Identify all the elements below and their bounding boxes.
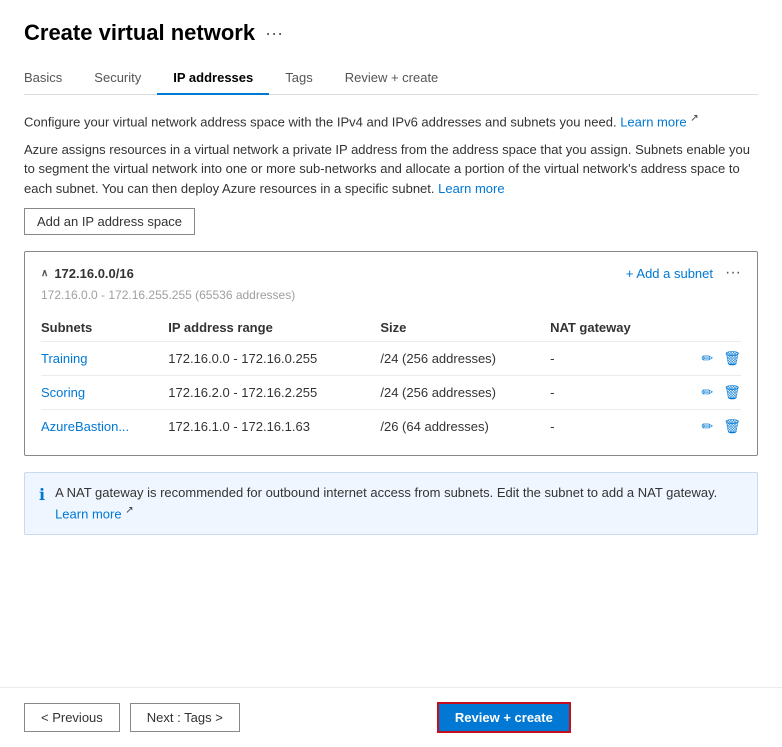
page-title: Create virtual network bbox=[24, 20, 255, 46]
col-header-subnets: Subnets bbox=[41, 314, 168, 342]
tab-basics[interactable]: Basics bbox=[24, 62, 78, 95]
subnet-name-1[interactable]: Scoring bbox=[41, 385, 85, 400]
review-create-button[interactable]: Review + create bbox=[437, 702, 571, 733]
edit-subnet-icon-2[interactable]: ✏ bbox=[701, 418, 713, 435]
nat-banner-text: A NAT gateway is recommended for outboun… bbox=[55, 485, 717, 500]
tab-tags[interactable]: Tags bbox=[269, 62, 328, 95]
col-header-nat-gateway: NAT gateway bbox=[550, 314, 677, 342]
subnet-nat-0: - bbox=[550, 342, 677, 376]
subnet-ip-range-2: 172.16.1.0 - 172.16.1.63 bbox=[168, 410, 380, 444]
table-row: Training 172.16.0.0 - 172.16.0.255 /24 (… bbox=[41, 342, 741, 376]
learn-more-link-2[interactable]: Learn more bbox=[438, 181, 504, 196]
external-icon-1: ↗ bbox=[690, 113, 698, 124]
col-header-actions bbox=[677, 314, 741, 342]
subnets-table: Subnets IP address range Size NAT gatewa… bbox=[41, 314, 741, 443]
address-range-label: 172.16.0.0 - 172.16.255.255 (65536 addre… bbox=[41, 288, 741, 302]
subnet-name-0[interactable]: Training bbox=[41, 351, 87, 366]
edit-subnet-icon-1[interactable]: ✏ bbox=[701, 384, 713, 401]
description-line2: Azure assigns resources in a virtual net… bbox=[24, 142, 750, 196]
next-tags-button[interactable]: Next : Tags > bbox=[130, 703, 240, 732]
nat-info-banner: ℹ A NAT gateway is recommended for outbo… bbox=[24, 472, 758, 534]
col-header-ip-range: IP address range bbox=[168, 314, 380, 342]
collapse-chevron-icon[interactable]: ∧ bbox=[41, 268, 48, 279]
description-line1: Configure your virtual network address s… bbox=[24, 114, 620, 129]
subnet-size-2: /26 (64 addresses) bbox=[380, 410, 550, 444]
table-row: AzureBastion... 172.16.1.0 - 172.16.1.63… bbox=[41, 410, 741, 444]
address-space-more-icon[interactable]: ··· bbox=[725, 264, 741, 282]
learn-more-link-1[interactable]: Learn more bbox=[620, 114, 686, 129]
footer: < Previous Next : Tags > Review + create bbox=[0, 687, 782, 747]
add-ip-address-space-button[interactable]: Add an IP address space bbox=[24, 208, 195, 235]
subnet-name-2[interactable]: AzureBastion... bbox=[41, 419, 129, 434]
subnet-ip-range-0: 172.16.0.0 - 172.16.0.255 bbox=[168, 342, 380, 376]
subnet-ip-range-1: 172.16.2.0 - 172.16.2.255 bbox=[168, 376, 380, 410]
address-space-cidr: 172.16.0.0/16 bbox=[54, 266, 134, 281]
delete-subnet-icon-1[interactable]: 🗑 bbox=[723, 384, 741, 401]
table-row: Scoring 172.16.2.0 - 172.16.2.255 /24 (2… bbox=[41, 376, 741, 410]
previous-button[interactable]: < Previous bbox=[24, 703, 120, 732]
edit-subnet-icon-0[interactable]: ✏ bbox=[701, 350, 713, 367]
col-header-size: Size bbox=[380, 314, 550, 342]
address-space-card: ∧ 172.16.0.0/16 + Add a subnet ··· 172.1… bbox=[24, 251, 758, 456]
tab-security[interactable]: Security bbox=[78, 62, 157, 95]
subnet-nat-1: - bbox=[550, 376, 677, 410]
nat-learn-more-link[interactable]: Learn more bbox=[55, 506, 121, 521]
tab-review-create[interactable]: Review + create bbox=[329, 62, 455, 95]
tab-bar: Basics Security IP addresses Tags Review… bbox=[24, 62, 758, 95]
tab-ip-addresses[interactable]: IP addresses bbox=[157, 62, 269, 95]
info-icon: ℹ bbox=[39, 484, 45, 508]
delete-subnet-icon-0[interactable]: 🗑 bbox=[723, 350, 741, 367]
delete-subnet-icon-2[interactable]: 🗑 bbox=[723, 418, 741, 435]
page-more-icon[interactable]: ··· bbox=[265, 23, 283, 44]
description-block: Configure your virtual network address s… bbox=[24, 111, 758, 198]
external-icon-nat: ↗ bbox=[125, 505, 133, 516]
subnet-size-0: /24 (256 addresses) bbox=[380, 342, 550, 376]
subnet-nat-2: - bbox=[550, 410, 677, 444]
add-subnet-button[interactable]: + Add a subnet bbox=[626, 266, 713, 281]
subnet-size-1: /24 (256 addresses) bbox=[380, 376, 550, 410]
